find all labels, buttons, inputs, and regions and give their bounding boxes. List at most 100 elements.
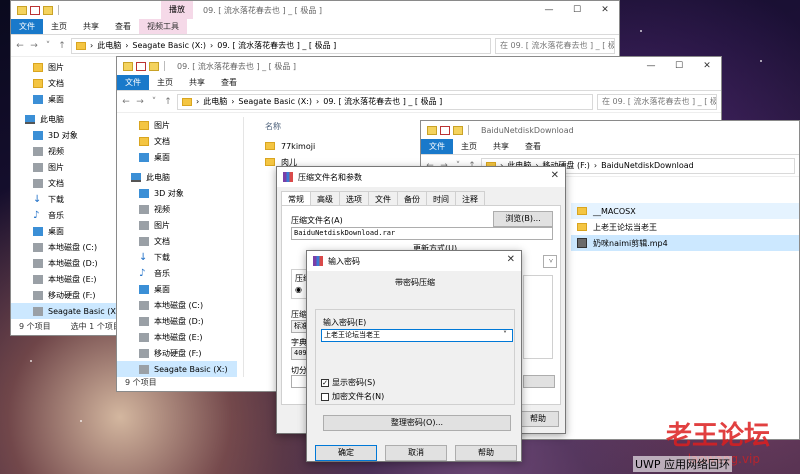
nav-item-music[interactable]: ♪ 音乐 (11, 207, 131, 223)
nav-item-desktop-2[interactable]: 桌面 (117, 281, 237, 297)
checkbox-checked[interactable]: ✓ (321, 378, 329, 387)
tab-share[interactable]: 共享 (485, 139, 517, 154)
search-input[interactable]: 在 09. [ 流水落花春去也 ] _ [ 极品 ] 中搜索 (597, 93, 717, 110)
nav-item-desktop-2[interactable]: 桌面 (11, 223, 131, 239)
close-icon[interactable]: ✕ (551, 170, 559, 181)
breadcrumb-drive[interactable]: Seagate Basic (X:) (238, 97, 312, 106)
chevron-down-icon[interactable]: ˅ (43, 41, 53, 51)
checkbox-unchecked[interactable] (321, 392, 329, 401)
set-password-button[interactable] (523, 375, 555, 388)
tab-video-tools[interactable]: 视频工具 (139, 19, 187, 34)
nav-item-drive-f[interactable]: 移动硬盘 (F:) (11, 287, 131, 303)
search-input[interactable]: 在 09. [ 流水落花春去也 ] _ [ 极品 ] 中搜索 (495, 37, 615, 54)
tab-view[interactable]: 查看 (213, 75, 245, 90)
close-button[interactable]: ✕ (591, 1, 619, 19)
cancel-button[interactable]: 取消 (385, 445, 447, 461)
nav-item-downloads[interactable]: ↓ 下载 (117, 249, 237, 265)
nav-item-documents[interactable]: 文档 (117, 133, 237, 149)
breadcrumb-drive[interactable]: Seagate Basic (X:) (132, 41, 206, 50)
tab-home[interactable]: 主页 (453, 139, 485, 154)
nav-item-pictures[interactable]: 图片 (11, 59, 131, 75)
browse-button[interactable]: 浏览(B)... (493, 211, 553, 227)
nav-item-drive-f[interactable]: 移动硬盘 (F:) (117, 345, 237, 361)
tab-file[interactable]: 文件 (421, 139, 453, 154)
nav-item-videos[interactable]: 视频 (11, 143, 131, 159)
minimize-button[interactable]: — (535, 1, 563, 19)
nav-item-drive-c[interactable]: 本地磁盘 (C:) (11, 239, 131, 255)
tab-file[interactable]: 文件 (11, 19, 43, 34)
encrypt-filenames-checkbox[interactable]: 加密文件名(N) (321, 391, 384, 402)
nav-item-documents-2[interactable]: 文档 (117, 233, 237, 249)
taskbar-label[interactable]: UWP 应用网络回环 (632, 456, 732, 472)
organize-passwords-button[interactable]: 整理密码(O)... (323, 415, 511, 431)
properties-icon[interactable] (136, 61, 146, 71)
nav-item-this-pc[interactable]: 此电脑 (117, 169, 237, 185)
nav-item-desktop[interactable]: 桌面 (117, 149, 237, 165)
path-box[interactable]: › 此电脑 › Seagate Basic (X:) › 09. [ 流水落花春去也 … (71, 37, 491, 54)
path-box[interactable]: › 此电脑 › Seagate Basic (X:) › 09. [ 流水落花春去也 … (177, 93, 593, 110)
tab-share[interactable]: 共享 (75, 19, 107, 34)
file-item[interactable]: 上老王论坛当老王 (571, 219, 799, 235)
radio-rar[interactable]: ◉ (295, 285, 302, 294)
properties-icon[interactable] (440, 125, 450, 135)
maximize-button[interactable]: ☐ (563, 1, 591, 19)
nav-item-pictures-2[interactable]: 图片 (11, 159, 131, 175)
help-button[interactable]: 帮助 (517, 411, 559, 427)
column-header-name[interactable]: 名称 (265, 121, 315, 132)
tab-home[interactable]: 主页 (43, 19, 75, 34)
nav-item-desktop[interactable]: 桌面 (11, 91, 131, 107)
tab-home[interactable]: 主页 (149, 75, 181, 90)
nav-item-drive-d[interactable]: 本地磁盘 (D:) (11, 255, 131, 271)
breadcrumb-pc[interactable]: 此电脑 (203, 96, 227, 107)
breadcrumb-folder[interactable]: 09. [ 流水落花春去也 ] _ [ 极品 ] (217, 40, 336, 51)
nav-item-downloads[interactable]: ↓ 下载 (11, 191, 131, 207)
file-item[interactable]: 奶咪naimi剪辑.mp4 (571, 235, 799, 251)
up-arrow-icon[interactable]: ↑ (163, 97, 173, 107)
nav-item-drive-x[interactable]: Seagate Basic (X:) (11, 303, 131, 319)
nav-item-documents[interactable]: 文档 (11, 75, 131, 91)
up-arrow-icon[interactable]: ↑ (57, 41, 67, 51)
new-folder-icon[interactable] (43, 5, 53, 15)
nav-item-3d[interactable]: 3D 对象 (11, 127, 131, 143)
forward-arrow-icon[interactable]: → (29, 41, 39, 51)
nav-item-music[interactable]: ♪ 音乐 (117, 265, 237, 281)
tab-view[interactable]: 查看 (107, 19, 139, 34)
forward-arrow-icon[interactable]: → (135, 97, 145, 107)
tab-share[interactable]: 共享 (181, 75, 213, 90)
nav-item-drive-e[interactable]: 本地磁盘 (E:) (11, 271, 131, 287)
minimize-button[interactable]: — (637, 57, 665, 75)
nav-item-this-pc[interactable]: 此电脑 (11, 111, 131, 127)
nav-item-documents-2[interactable]: 文档 (11, 175, 131, 191)
file-item[interactable]: 77kimoji (265, 138, 315, 154)
tab-file[interactable]: 文件 (117, 75, 149, 90)
chevron-down-icon[interactable]: ˅ (503, 330, 507, 339)
nav-item-3d[interactable]: 3D 对象 (117, 185, 237, 201)
nav-item-pictures-2[interactable]: 图片 (117, 217, 237, 233)
update-mode-dropdown[interactable]: ˅ (543, 255, 557, 268)
pane-splitter[interactable] (243, 117, 244, 377)
new-folder-icon[interactable] (453, 125, 463, 135)
nav-item-videos[interactable]: 视频 (117, 201, 237, 217)
breadcrumb-folder[interactable]: 09. [ 流水落花春去也 ] _ [ 极品 ] (323, 96, 442, 107)
nav-item-drive-c[interactable]: 本地磁盘 (C:) (117, 297, 237, 313)
maximize-button[interactable]: ☐ (665, 57, 693, 75)
breadcrumb-folder[interactable]: BaiduNetdiskDownload (601, 161, 694, 170)
file-item[interactable]: __MACOSX (571, 203, 799, 219)
close-button[interactable]: ✕ (693, 57, 721, 75)
help-button[interactable]: 帮助 (455, 445, 517, 461)
back-arrow-icon[interactable]: ← (15, 41, 25, 51)
close-icon[interactable]: ✕ (507, 254, 515, 265)
nav-item-pictures[interactable]: 图片 (117, 117, 237, 133)
breadcrumb-pc[interactable]: 此电脑 (97, 40, 121, 51)
ok-button[interactable]: 确定 (315, 445, 377, 461)
new-folder-icon[interactable] (149, 61, 159, 71)
tab-view[interactable]: 查看 (517, 139, 549, 154)
password-input[interactable]: 上老王论坛当老王 (321, 329, 513, 342)
nav-item-drive-e[interactable]: 本地磁盘 (E:) (117, 329, 237, 345)
nav-item-drive-d[interactable]: 本地磁盘 (D:) (117, 313, 237, 329)
archive-filename-input[interactable]: BaiduNetdiskDownload.rar (291, 227, 553, 240)
chevron-down-icon[interactable]: ˅ (149, 97, 159, 107)
back-arrow-icon[interactable]: ← (121, 97, 131, 107)
show-password-checkbox[interactable]: ✓ 显示密码(S) (321, 377, 375, 388)
properties-icon[interactable] (30, 5, 40, 15)
